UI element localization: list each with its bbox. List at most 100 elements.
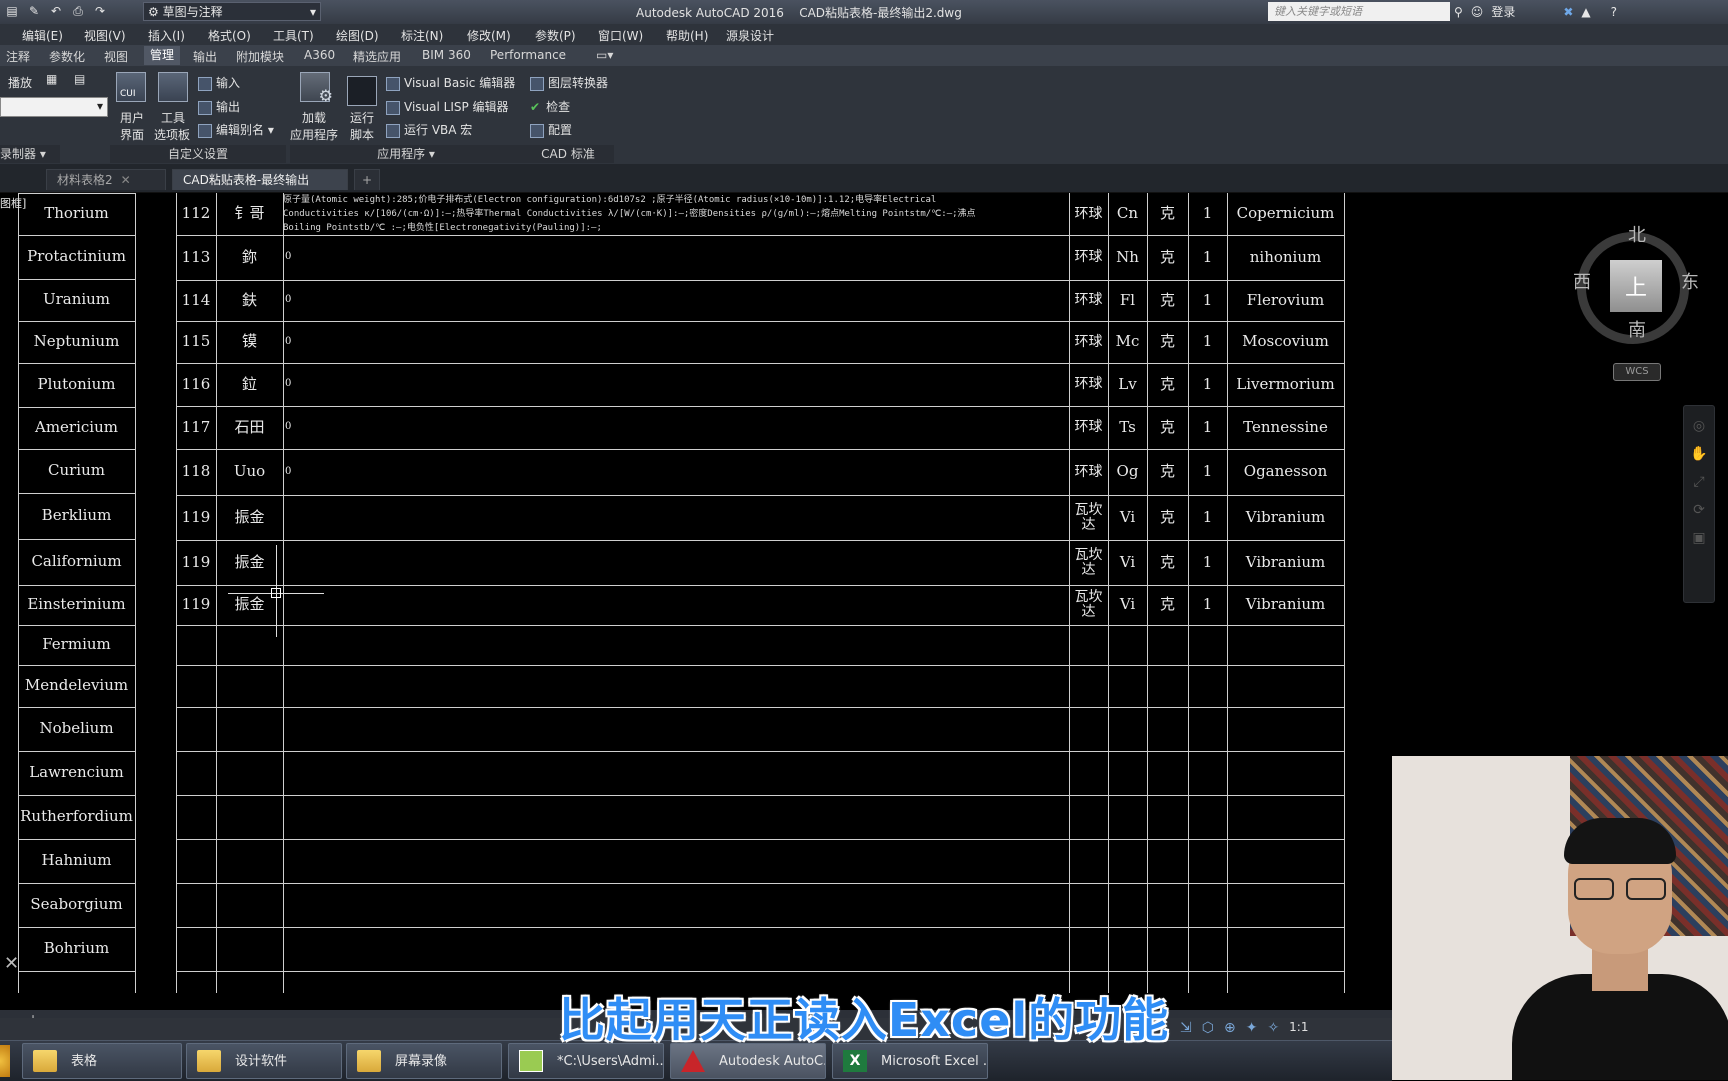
row-shape-cell: 环球 [1074,419,1103,436]
ribbon-tabs: 注释 参数化 视图 管理 输出 附加模块 A360 精选应用 BIM 360 P… [0,45,1728,66]
viewcube-top-face[interactable]: 上 [1610,260,1662,312]
row-qty-cell: 1 [1202,595,1213,614]
file-tab-active[interactable]: CAD粘贴表格-最终输出2*✕ [172,169,348,208]
a360-icon[interactable]: ▲ [1581,5,1590,19]
export-button[interactable]: 输出 [198,98,240,115]
import-button[interactable]: 输入 [198,74,240,91]
quick-access-toolbar: ▤ ✎ ↶ ⎙ ↷ [4,3,108,19]
compass-south[interactable]: 南 [1628,316,1646,342]
row-name-cell: Vibranium [1245,507,1326,526]
macro-select[interactable]: ▾ [0,97,108,117]
tab-parametric[interactable]: 参数化 [49,48,85,65]
row-cn-cell: 石田 [234,417,265,436]
compass-west[interactable]: 西 [1573,268,1591,294]
run-script-label-bottom[interactable]: 脚本 [350,126,374,143]
binoculars-icon[interactable]: ⚲ [1454,5,1463,19]
cui-label-bottom[interactable]: 界面 [120,126,144,143]
tab-a360[interactable]: A360 [304,48,335,62]
compass-east[interactable]: 东 [1681,268,1699,294]
folder-icon [357,1050,381,1072]
tool-palettes-label-bottom[interactable]: 选项板 [154,126,190,143]
edit-aliases-button[interactable]: 编辑别名 ▾ [198,121,274,138]
tab-output[interactable]: 输出 [193,48,217,65]
row-cn-cell: 钅哥 [234,204,265,223]
tab-performance[interactable]: Performance [490,48,566,62]
undo-icon[interactable]: ↶ [48,3,64,19]
menu-window[interactable]: 窗口(W) [598,27,643,44]
lisp-editor-button[interactable]: Visual LISP 编辑器 [386,98,509,115]
menu-insert[interactable]: 插入(I) [148,27,185,44]
record-options-icon[interactable]: ▤ [74,72,85,86]
run-script-label-top[interactable]: 运行 [350,109,374,126]
exchange-icon[interactable]: ✖ [1563,5,1573,19]
close-icon[interactable]: ✕ [121,173,131,187]
tab-annotate[interactable]: 注释 [6,48,30,65]
element-name-cell: Rutherfordium [20,807,133,826]
load-app-label-top[interactable]: 加载 [302,109,326,126]
recorder-panel-title[interactable]: 录制器 ▾ [0,145,60,163]
menu-yuanquan[interactable]: 源泉设计 [726,27,774,44]
table-grid-line [18,971,135,972]
ucs-icon: ✕ [4,953,20,974]
save-icon[interactable]: ✎ [26,3,42,19]
tab-manage[interactable]: 管理 [144,46,181,65]
menu-modify[interactable]: 修改(M) [467,27,511,44]
menu-view[interactable]: 视图(V) [84,27,126,44]
load-app-label-bottom[interactable]: 应用程序 [290,126,338,143]
load-application-icon[interactable]: ⚙ [300,72,333,105]
menu-edit[interactable]: 编辑(E) [22,27,63,44]
record-icon[interactable]: ▦ [46,72,57,86]
customize-panel-title: 自定义设置 [110,145,286,163]
panel-toggle-icon[interactable]: ▭▾ [596,48,613,62]
new-file-icon[interactable]: ▤ [4,3,20,19]
search-input[interactable]: 键入关键字或短语 [1268,2,1450,21]
zoom-icon[interactable]: ⤢ [1684,474,1714,490]
cui-label-top[interactable]: 用户 [120,109,144,126]
redo-icon[interactable]: ↷ [92,3,108,19]
wcs-menu[interactable]: WCS [1613,363,1661,381]
viewcube[interactable]: 上 北 南 东 西 [1573,218,1701,346]
login-link[interactable]: 登录 [1491,3,1515,20]
tool-palettes-icon[interactable] [158,72,188,102]
menu-dimension[interactable]: 标注(N) [401,27,443,44]
steering-wheel-icon[interactable]: ◎ [1684,418,1714,434]
row-sym-cell: Nh [1116,247,1139,266]
orbit-icon[interactable]: ⟳ [1684,502,1714,518]
print-icon[interactable]: ⎙ [70,3,86,19]
tab-bim360[interactable]: BIM 360 [422,48,471,62]
play-button[interactable]: 播放 [8,74,32,91]
menu-tools[interactable]: 工具(T) [273,27,314,44]
check-standards-button[interactable]: ✔ 检查 [530,98,570,115]
compass-north[interactable]: 北 [1628,221,1646,247]
long-text-line: Boiling Pointstb/℃ :—;电负性[Electronegativ… [283,223,602,233]
menu-parametric[interactable]: 参数(P) [535,27,576,44]
showmotion-icon[interactable]: ▣ [1684,530,1714,546]
pan-icon[interactable]: ✋ [1684,446,1714,462]
tab-featured-apps[interactable]: 精选应用 [353,48,401,65]
layer-translator-button[interactable]: 图层转换器 [530,74,608,91]
table-grid-line [176,839,1344,840]
cui-icon[interactable]: CUI [116,72,146,102]
menu-draw[interactable]: 绘图(D) [336,27,379,44]
row-cn-cell: 鉨 [241,247,257,266]
tab-view[interactable]: 视图 [104,48,128,65]
tab-addins[interactable]: 附加模块 [236,48,284,65]
run-vba-button[interactable]: 运行 VBA 宏 [386,121,472,138]
row-name-cell: Flerovium [1246,290,1325,309]
menu-format[interactable]: 格式(O) [208,27,251,44]
file-tab-materials[interactable]: 材料表格2 ✕ [46,169,166,190]
configure-standards-button[interactable]: 配置 [530,121,572,138]
row-qty-cell: 1 [1202,374,1213,393]
apps-panel-title[interactable]: 应用程序 ▾ [290,145,522,163]
workspace-select[interactable]: ⚙ 草图与注释 ▾ [143,2,321,21]
new-tab-button[interactable]: + [354,169,380,190]
row-name-cell: Copernicium [1236,204,1335,223]
menu-help[interactable]: 帮助(H) [666,27,708,44]
vba-editor-button[interactable]: Visual Basic 编辑器 [386,74,515,91]
navigation-bar[interactable]: ◎ ✋ ⤢ ⟳ ▣ [1683,405,1715,603]
run-script-icon[interactable] [347,76,377,106]
user-icon[interactable]: ☺ [1471,5,1484,19]
row-num-cell: 116 [181,374,211,393]
tool-palettes-label-top[interactable]: 工具 [161,109,185,126]
help-icon[interactable]: ? [1611,5,1617,19]
